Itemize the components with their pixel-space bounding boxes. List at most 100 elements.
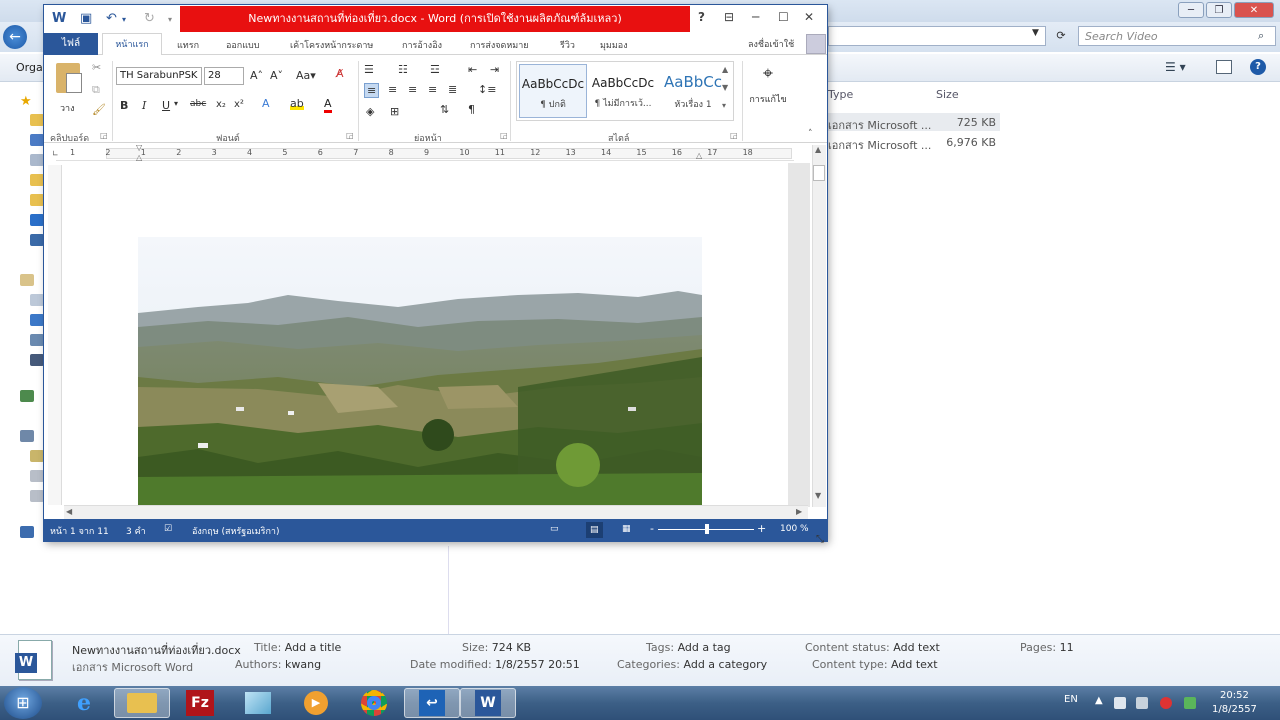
align-center-icon[interactable]: ≡: [388, 83, 397, 96]
scroll-down-icon[interactable]: ▼: [815, 491, 821, 500]
word-taskbar-icon[interactable]: W: [460, 688, 516, 718]
onedrive-icon[interactable]: [30, 214, 44, 226]
thai-distributed-icon[interactable]: ≣: [448, 83, 457, 96]
tab-review[interactable]: รีวิว: [560, 38, 575, 52]
documents-icon[interactable]: [30, 294, 44, 306]
style-normal[interactable]: AaBbCcDc ¶ ปกติ: [519, 64, 587, 118]
undo-dropdown-icon[interactable]: ▾: [122, 15, 126, 24]
grow-font-icon[interactable]: A˄: [250, 69, 263, 82]
authors-value[interactable]: kwang: [285, 658, 321, 671]
highlight-icon[interactable]: ab: [290, 97, 304, 110]
proofing-icon[interactable]: ☑: [164, 524, 172, 534]
paragraph-launcher-icon[interactable]: ◲: [500, 131, 508, 140]
tab-insert[interactable]: แทรก: [177, 38, 199, 52]
word-count[interactable]: 3 คำ: [126, 524, 146, 538]
content-type-value[interactable]: Add text: [891, 658, 938, 671]
style-no-spacing[interactable]: AaBbCcDc ¶ ไม่มีการเว้...: [589, 64, 657, 118]
multilevel-list-icon[interactable]: ☲: [430, 63, 440, 76]
tab-file[interactable]: ไฟล์: [44, 33, 98, 55]
chrome-icon[interactable]: [346, 688, 402, 718]
minimize-button[interactable]: ─: [752, 10, 759, 24]
pictures-icon[interactable]: [30, 334, 44, 346]
web-layout-icon[interactable]: ▦: [622, 524, 631, 534]
vertical-ruler[interactable]: [48, 165, 62, 505]
file-row[interactable]: เอกสาร Microsoft ... 6,976 KB: [824, 133, 1000, 152]
underline-dropdown-icon[interactable]: ▾: [174, 99, 178, 108]
zoom-out-button[interactable]: -: [650, 522, 654, 535]
libraries-icon[interactable]: [20, 274, 34, 286]
network-tray-icon[interactable]: [1136, 697, 1148, 709]
ribbon-display-options-icon[interactable]: ⊟: [724, 10, 734, 24]
tab-layout[interactable]: เค้าโครงหน้ากระดาษ: [290, 38, 373, 52]
filezilla-icon[interactable]: Fz: [172, 688, 228, 718]
help-icon[interactable]: ?: [1250, 59, 1266, 75]
scroll-up-icon[interactable]: ▲: [815, 145, 821, 154]
address-dropdown-icon[interactable]: ▼: [1032, 28, 1039, 38]
tab-design[interactable]: ออกแบบ: [226, 38, 260, 52]
downloads-icon[interactable]: [30, 194, 44, 206]
avatar[interactable]: [806, 34, 826, 54]
language-indicator[interactable]: EN: [1064, 694, 1078, 705]
styles-launcher-icon[interactable]: ◲: [730, 131, 738, 140]
clock[interactable]: 20:52 1/8/2557: [1212, 689, 1257, 717]
shrink-font-icon[interactable]: A˅: [270, 69, 283, 82]
shading-icon[interactable]: ◈: [366, 105, 374, 118]
categories-value[interactable]: Add a category: [684, 658, 768, 671]
text-effects-icon[interactable]: A: [262, 97, 270, 110]
change-case-icon[interactable]: Aa▾: [296, 69, 316, 82]
read-mode-icon[interactable]: ▭: [550, 524, 559, 534]
page-count[interactable]: หน้า 1 จาก 11: [50, 524, 109, 538]
resize-grip-icon[interactable]: ⤡: [816, 534, 830, 548]
file-row[interactable]: เอกสาร Microsoft ... 725 KB: [824, 113, 1000, 132]
favorites-star-icon[interactable]: ★: [20, 94, 32, 109]
italic-icon[interactable]: I: [142, 99, 146, 112]
scroll-left-icon[interactable]: ◀: [66, 507, 72, 516]
volume-icon[interactable]: [1184, 697, 1196, 709]
internet-explorer-icon[interactable]: e: [56, 688, 112, 718]
styles-scroll-up-icon[interactable]: ▲: [722, 65, 728, 74]
bold-icon[interactable]: B: [120, 99, 128, 112]
videos-icon[interactable]: [30, 354, 44, 366]
folder-icon[interactable]: [30, 114, 44, 126]
help-button[interactable]: ?: [698, 10, 705, 24]
minimize-button[interactable]: ─: [1178, 2, 1204, 18]
print-layout-icon[interactable]: ▤: [586, 522, 603, 538]
zoom-level[interactable]: 100 %: [780, 524, 809, 534]
drive-icon[interactable]: [30, 490, 44, 502]
justify-icon[interactable]: ≡: [428, 83, 437, 96]
paste-button[interactable]: [52, 63, 84, 99]
homegroup-icon[interactable]: [20, 390, 34, 402]
subscript-icon[interactable]: x₂: [216, 99, 226, 110]
column-header-type[interactable]: Type: [828, 88, 853, 101]
hanging-indent-marker[interactable]: △: [136, 153, 142, 162]
font-color-icon[interactable]: A: [324, 97, 332, 113]
numbering-icon[interactable]: ☷: [398, 63, 408, 76]
close-button[interactable]: ✕: [1234, 2, 1274, 18]
show-formatting-icon[interactable]: ¶: [468, 103, 475, 116]
address-input[interactable]: [828, 26, 1046, 46]
title-value[interactable]: Add a title: [285, 641, 342, 654]
align-left-icon[interactable]: ≡: [364, 83, 380, 98]
language-status[interactable]: อังกฤษ (สหรัฐอเมริกา): [192, 524, 280, 538]
borders-icon[interactable]: ⊞: [390, 105, 399, 118]
change-view-icon[interactable]: ☰ ▾: [1165, 60, 1186, 74]
decrease-indent-icon[interactable]: ⇤: [468, 63, 477, 76]
start-button[interactable]: ⊞: [4, 687, 42, 719]
customize-qat-icon[interactable]: ▾: [168, 15, 172, 24]
drive-icon[interactable]: [30, 470, 44, 482]
pane-divider[interactable]: [448, 546, 449, 634]
content-status-value[interactable]: Add text: [893, 641, 940, 654]
tab-mailings[interactable]: การส่งจดหมาย: [470, 38, 529, 52]
scroll-right-icon[interactable]: ▶: [796, 507, 802, 516]
first-line-indent-marker[interactable]: ▽: [136, 143, 142, 152]
file-explorer-taskbar-icon[interactable]: [114, 688, 170, 718]
zoom-in-button[interactable]: +: [757, 522, 766, 535]
style-heading-1[interactable]: AaBbCc หัวเรื่อง 1: [659, 64, 727, 118]
font-name-combobox[interactable]: TH SarabunPSK: [116, 67, 202, 85]
horizontal-scrollbar[interactable]: [64, 505, 808, 519]
strikethrough-icon[interactable]: abc: [190, 99, 206, 109]
clipboard-launcher-icon[interactable]: ◲: [100, 131, 108, 140]
refresh-icon[interactable]: ⟳: [1050, 26, 1072, 46]
align-right-icon[interactable]: ≡: [408, 83, 417, 96]
computer-icon[interactable]: [20, 430, 34, 442]
